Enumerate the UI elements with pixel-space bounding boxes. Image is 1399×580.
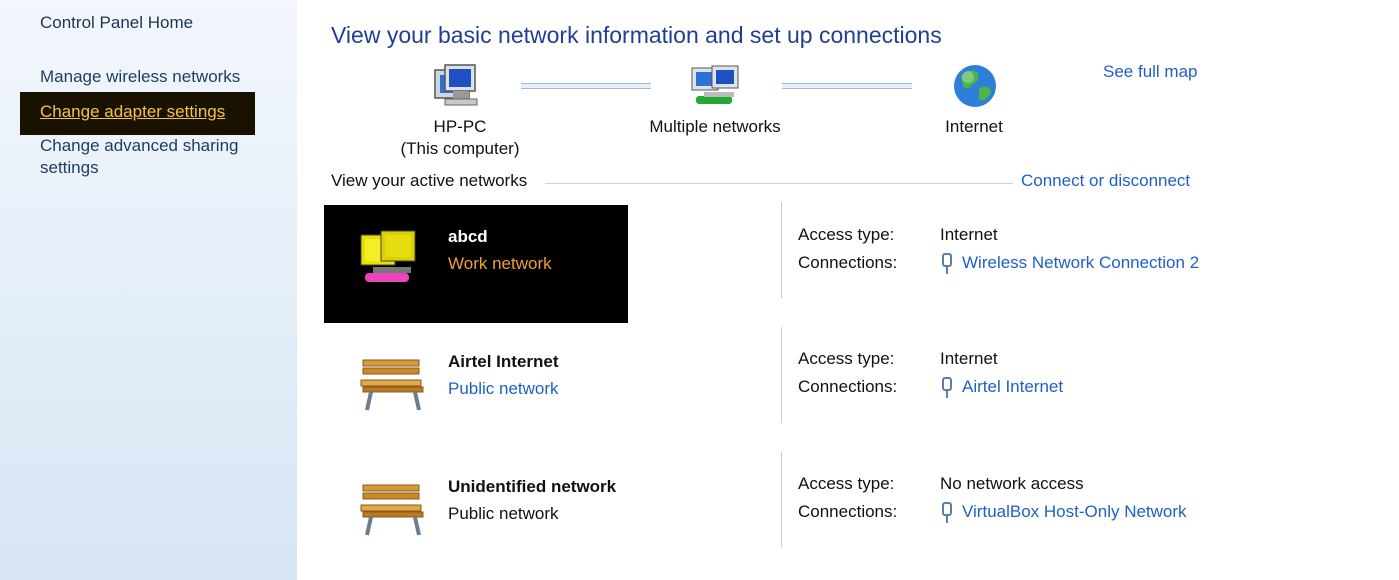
network-divider [781,202,782,298]
work-network-icon [360,230,416,282]
access-type-value: Internet [940,349,998,368]
access-type-label: Access type: [798,225,895,244]
computer-subtitle: (This computer) [400,139,520,158]
connection-link[interactable]: VirtualBox Host-Only Network [962,502,1187,521]
wireless-signal-icon [942,501,952,523]
computer-name: HP-PC [433,117,487,136]
computer-node[interactable]: HP-PC (This computer) [380,116,540,160]
active-networks-heading: View your active networks [331,171,528,190]
change-advanced-sharing-settings-link[interactable]: Change advanced sharing settings [40,135,238,179]
manage-wireless-networks-link[interactable]: Manage wireless networks [40,66,240,88]
connect-or-disconnect-link[interactable]: Connect or disconnect [1021,171,1190,191]
control-panel-home-link[interactable]: Control Panel Home [40,12,193,34]
internet-node[interactable]: Internet [894,116,1054,138]
connections-label: Connections: [798,502,898,521]
page-title: View your basic network information and … [331,22,942,48]
connection-link[interactable]: Wireless Network Connection 2 [962,253,1199,272]
network-card-unidentified[interactable]: Unidentified network Public network [324,455,628,573]
network-type-link[interactable]: Public network [448,379,559,399]
park-bench-icon [360,359,424,411]
left-nav-pane: Control Panel Home Manage wireless netwo… [0,0,297,580]
wireless-signal-icon [942,252,952,274]
network-card-abcd[interactable]: abcd Work network [324,205,628,323]
access-type-value: No network access [940,474,1084,493]
multiple-networks-node[interactable]: Multiple networks [635,116,795,138]
see-full-map-link[interactable]: See full map [1103,62,1198,82]
network-divider [781,327,782,423]
connections-label: Connections: [798,377,898,396]
access-type-value: Internet [940,225,998,244]
section-divider [545,183,1013,184]
network-divider [781,451,782,547]
map-connector-line [782,83,912,89]
multiple-networks-label: Multiple networks [649,117,781,136]
network-name: Airtel Internet [448,352,559,371]
network-name: abcd [448,227,488,246]
network-info-abcd: Access type: Internet Connections: Wireles… [798,221,1199,277]
park-bench-icon [360,484,424,536]
computer-icon [434,64,478,106]
map-connector-line [521,83,651,89]
network-card-airtel[interactable]: Airtel Internet Public network [324,330,628,448]
access-type-label: Access type: [798,349,895,368]
main-content: View your basic network information and … [297,0,1399,580]
connection-link[interactable]: Airtel Internet [962,377,1063,396]
network-type-link[interactable]: Work network [448,254,552,274]
change-adapter-settings-link[interactable]: Change adapter settings [40,101,225,123]
network-info-unidentified: Access type: No network access Connection… [798,470,1187,526]
multiple-networks-icon [691,65,739,104]
internet-label: Internet [945,117,1003,136]
access-type-label: Access type: [798,474,895,493]
wireless-signal-icon [942,376,952,398]
network-type: Public network [448,504,559,523]
internet-globe-icon [954,65,996,107]
network-info-airtel: Access type: Internet Connections: Airtel … [798,345,1063,401]
connections-label: Connections: [798,253,898,272]
network-name: Unidentified network [448,477,617,496]
